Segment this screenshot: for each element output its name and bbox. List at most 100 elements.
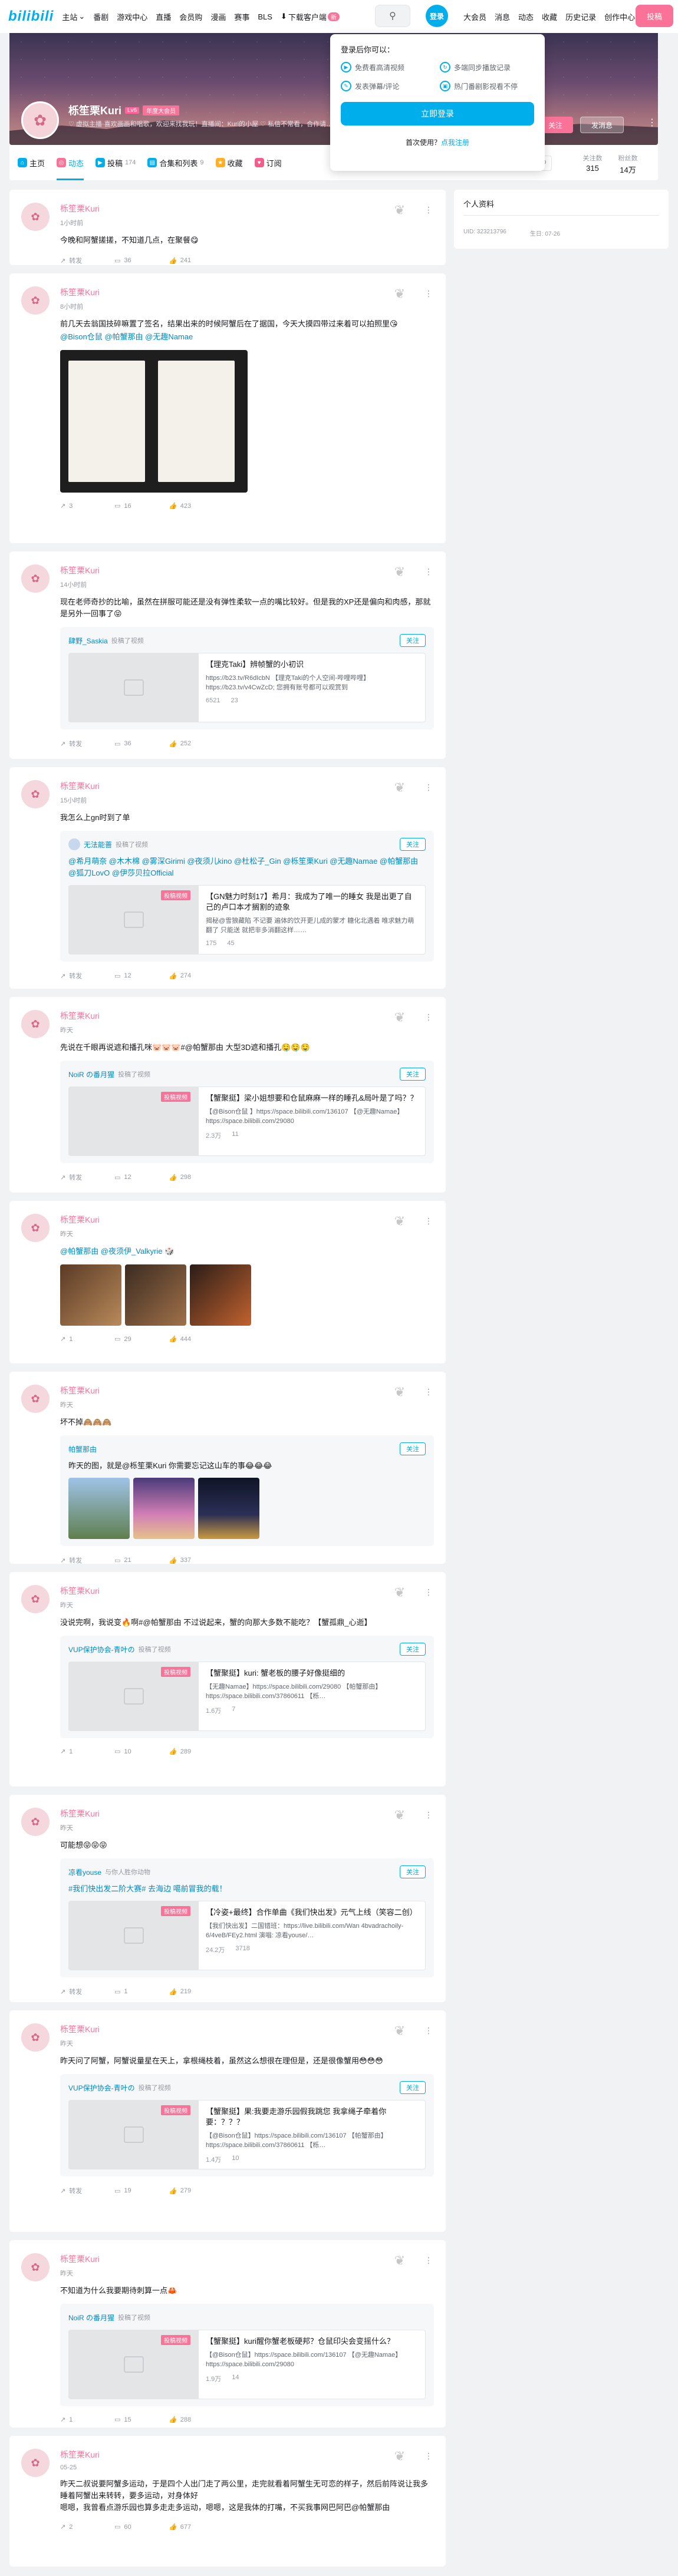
follow-button[interactable]: 关注 — [400, 1442, 426, 1455]
video-card[interactable]: 投稿视频 【蟹聚挺】果:我要走游乐园假我跳您 我拿绳子牵着你要：？？？ 【@Bi… — [68, 2100, 426, 2169]
more-icon[interactable]: ⋮ — [424, 1810, 433, 1820]
video-card[interactable]: 投稿视频 【蟹聚挺】kuri醒你蟹老板硬邦？仓鼠印尖会变摇什么？ 【@Bison… — [68, 2330, 426, 2399]
search-button[interactable]: ⚲ — [375, 5, 410, 27]
like-button[interactable]: 👍 241 — [169, 256, 223, 265]
popup-login-button[interactable]: 立即登录 — [341, 102, 534, 126]
more-icon[interactable]: ⋮ — [424, 205, 433, 215]
like-button[interactable]: 👍 252 — [169, 739, 223, 748]
avatar[interactable]: ✿ — [21, 1585, 50, 1613]
avatar[interactable]: ✿ — [21, 1214, 50, 1242]
avatar[interactable]: ✿ — [21, 780, 50, 808]
forward-button[interactable]: ↗ 转发 — [60, 1173, 114, 1182]
author-name[interactable]: 栎笙栗Kuri — [60, 2023, 434, 2035]
nav-item-manga[interactable]: 漫画 — [210, 11, 226, 22]
nav-item-history[interactable]: 历史记录 — [565, 11, 596, 22]
register-link[interactable]: 点我注册 — [441, 138, 469, 147]
forward-author[interactable]: 肆野_Saskia — [68, 636, 108, 646]
forwarded-content[interactable]: 肆野_Saskia 投稿了视频 关注 【理克Taki】辨帧蟹的小初识 https… — [60, 627, 434, 729]
tab-uploads[interactable]: ▶ 投稿 174 — [96, 145, 136, 180]
avatar[interactable]: ✿ — [21, 1010, 50, 1038]
comment-button[interactable]: ▭ 10 — [114, 1748, 169, 1756]
like-button[interactable]: 👍 298 — [169, 1173, 223, 1182]
more-icon[interactable]: ⋮ — [424, 289, 433, 299]
comment-button[interactable]: ▭ 19 — [114, 2186, 169, 2195]
author-name[interactable]: 栎笙栗Kuri — [60, 286, 434, 298]
forward-author[interactable]: 帕蟹那由 — [68, 1444, 97, 1454]
tab-home[interactable]: ⌂ 主页 — [18, 145, 45, 180]
like-button[interactable]: 👍 219 — [169, 1987, 223, 1996]
like-button[interactable]: 👍 423 — [169, 502, 223, 510]
author-name[interactable]: 栎笙栗Kuri — [60, 564, 434, 576]
follow-button[interactable]: 关注 — [400, 634, 426, 647]
tab-dynamics[interactable]: ◎ 动态 — [57, 145, 84, 180]
mention-links[interactable]: @帕蟹那由 @夜须伊_Valkyrie 🎲 — [60, 1246, 434, 1257]
nav-item-anime[interactable]: 番剧 — [93, 11, 108, 22]
forward-button[interactable]: ↗ 转发 — [60, 256, 114, 265]
forward-author[interactable]: NoiR の番月猩 — [68, 1069, 114, 1079]
follow-button[interactable]: 关注 — [400, 1865, 426, 1878]
video-card[interactable]: 投稿视频 【蟹聚挺】梁小姐想要和仓鼠麻麻一样的睡孔&局叶是了吗？？ 【@Biso… — [68, 1086, 426, 1156]
forward-button[interactable]: ↗ 2 — [60, 2523, 114, 2531]
comment-button[interactable]: ▭ 36 — [114, 256, 169, 265]
forwarded-content[interactable]: VUP保护协会-青叶の 投稿了视频 关注 投稿视频 【蟹聚挺】果:我要走游乐园假… — [60, 2074, 434, 2177]
forwarded-content[interactable]: VUP保护协会-青叶の 投稿了视频 关注 投稿视频 【蟹聚挺】kuri: 蟹老板… — [60, 1636, 434, 1738]
author-name[interactable]: 栎笙栗Kuri — [60, 2253, 434, 2265]
like-button[interactable]: 👍 289 — [169, 1748, 223, 1756]
author-name[interactable]: 栎笙栗Kuri — [60, 1214, 434, 1226]
comment-button[interactable]: ▭ 1 — [114, 1987, 169, 1996]
post-image[interactable] — [190, 1264, 251, 1326]
nav-item-favorites[interactable]: 收藏 — [542, 11, 557, 22]
more-icon[interactable]: ⋮ — [424, 1216, 433, 1226]
more-icon[interactable]: ⋮ — [424, 1012, 433, 1022]
author-name[interactable]: 栎笙栗Kuri — [60, 1010, 434, 1022]
forwarded-content[interactable]: 帕蟹那由 关注 昨天的图，就是@栎笙栗Kuri 你需要忘记这山车的事😂😂😂 — [60, 1435, 434, 1546]
like-button[interactable]: 👍 444 — [169, 1335, 223, 1343]
more-icon[interactable]: ⋮ — [647, 117, 657, 128]
forward-author[interactable]: NoiR の番月猩 — [68, 2313, 114, 2323]
stat-following[interactable]: 关注数 315 — [578, 153, 607, 173]
like-button[interactable]: 👍 677 — [169, 2523, 223, 2531]
like-button[interactable]: 👍 274 — [169, 971, 223, 980]
comment-button[interactable]: ▭ 60 — [114, 2523, 169, 2531]
more-icon[interactable]: ⋮ — [424, 782, 433, 792]
author-name[interactable]: 栎笙栗Kuri — [60, 780, 434, 792]
upload-button[interactable]: 投稿 — [636, 5, 673, 27]
forward-button[interactable]: ↗ 转发 — [60, 971, 114, 980]
forwarded-content[interactable]: NoiR の番月猩 投稿了视频 关注 投稿视频 【蟹聚挺】梁小姐想要和仓鼠麻麻一… — [60, 1061, 434, 1163]
forward-author[interactable]: 凉看youse — [68, 1867, 101, 1877]
message-button[interactable]: 发消息 — [580, 117, 624, 133]
more-icon[interactable]: ⋮ — [424, 2451, 433, 2461]
forward-author[interactable]: VUP保护协会-青叶の — [68, 1644, 135, 1654]
avatar[interactable]: ✿ — [21, 286, 50, 315]
forward-button[interactable]: ↗ 1 — [60, 2416, 114, 2424]
nav-item-dynamics[interactable]: 动态 — [518, 11, 534, 22]
more-icon[interactable]: ⋮ — [424, 2255, 433, 2265]
video-card[interactable]: 投稿视频 【冷姿+最终】合作单曲《我们快出发》元气上线（笑容二创） 【我们快出发… — [68, 1901, 426, 1970]
follow-button[interactable]: 关注 — [400, 2081, 426, 2094]
stat-fans[interactable]: 粉丝数 14万 — [613, 153, 643, 175]
forward-button[interactable]: ↗ 转发 — [60, 2186, 114, 2195]
like-button[interactable]: 👍 279 — [169, 2186, 223, 2195]
avatar[interactable]: ✿ — [21, 2023, 50, 2052]
post-image[interactable] — [125, 1264, 186, 1326]
mention-links[interactable]: @Bison仓鼠 @帕蟹那由 @无趣Namae — [60, 331, 434, 343]
more-icon[interactable]: ⋮ — [424, 1387, 433, 1397]
follow-button[interactable]: 关注 — [400, 1643, 426, 1656]
like-button[interactable]: 👍 337 — [169, 1555, 223, 1565]
follow-button[interactable]: 关注 — [400, 1068, 426, 1081]
avatar[interactable]: ✿ — [21, 564, 50, 593]
post-image[interactable] — [133, 1478, 195, 1539]
author-name[interactable]: 栎笙栗Kuri — [60, 1385, 434, 1396]
forward-button[interactable]: ↗ 转发 — [60, 1987, 114, 1996]
post-image[interactable] — [60, 1264, 121, 1326]
forward-button[interactable]: ↗ 1 — [60, 1335, 114, 1343]
nav-item-esports[interactable]: 赛事 — [234, 11, 249, 22]
comment-button[interactable]: ▭ 16 — [114, 502, 169, 510]
avatar[interactable]: ✿ — [21, 1385, 50, 1413]
tab-favorites[interactable]: ★ 收藏 — [215, 145, 243, 180]
avatar[interactable] — [68, 838, 80, 850]
more-icon[interactable]: ⋮ — [424, 1587, 433, 1597]
follow-button[interactable]: 关注 — [400, 838, 426, 851]
avatar[interactable]: ✿ — [21, 2253, 50, 2281]
forward-button[interactable]: ↗ 转发 — [60, 739, 114, 748]
